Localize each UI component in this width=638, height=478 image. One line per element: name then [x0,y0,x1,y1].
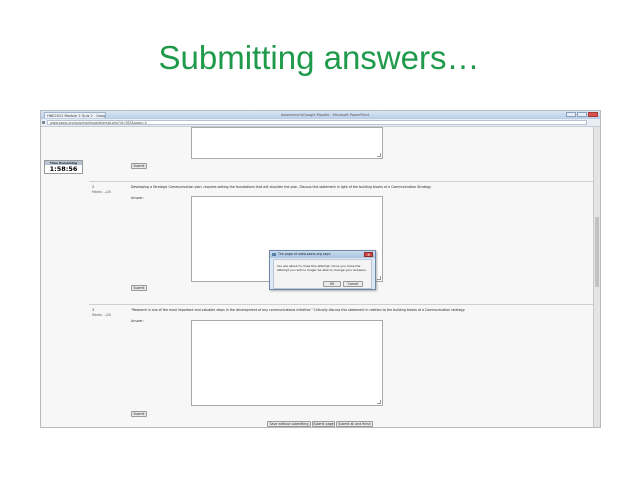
submit-all-and-finish-button[interactable]: Submit all and finish [336,421,373,427]
question-marks: Marks: --/20 [92,313,112,317]
window-close-button[interactable] [588,112,598,117]
dialog-message: You are about to close this attempt. Onc… [277,264,367,272]
vertical-scrollbar[interactable] [593,127,600,427]
submit-button[interactable]: Submit [131,411,147,417]
minimize-button[interactable] [566,112,576,117]
slide-title: Submitting answers… [158,39,480,76]
ok-button[interactable]: OK [323,281,341,287]
confirm-dialog: The page at www.saass.org says: x You ar… [269,250,376,290]
url-field[interactable]: www.saass.org/quiz/mod/quiz/attempt.php?… [47,120,587,125]
page-icon [272,253,276,256]
browser-tab[interactable]: HNE2012 Module 2 Quiz 2 - Google Chrome [44,112,106,118]
question-text: "Research is one of the most important a… [131,308,466,312]
submit-button[interactable]: Submit [131,163,147,169]
question-block: 3 Marks: --/20 "Research is one of the m… [89,304,593,427]
question-text: Developing a Strategic Communication pla… [131,185,432,189]
resize-handle[interactable] [377,276,381,280]
answer-textarea[interactable] [191,127,383,159]
quiz-content: Time Remaining 1:58:56 Submit 2 Marks: -… [41,127,594,427]
address-bar: www.saass.org/quiz/mod/quiz/attempt.php?… [41,119,600,127]
question-number: 2 [92,185,95,189]
dialog-titlebar: The page at www.saass.org says: x [270,251,375,258]
browser-screenshot: HNE2012 Module 2 Quiz 2 - Google Chrome … [40,110,601,428]
time-remaining-box: Time Remaining 1:58:56 [44,160,83,174]
cancel-button[interactable]: Cancel [343,281,363,287]
resize-handle[interactable] [377,153,381,157]
dialog-title: The page at www.saass.org says: [278,252,332,256]
answer-label: Answer: [131,196,144,200]
page-icon [42,121,45,124]
maximize-button[interactable] [577,112,587,117]
save-without-submitting-button[interactable]: Save without submitting [267,421,311,427]
dialog-body: You are about to close this attempt. Onc… [273,259,372,289]
answer-textarea[interactable] [191,320,383,406]
scrollbar-thumb[interactable] [595,217,599,287]
submit-button[interactable]: Submit [131,285,147,291]
window-caption: Assessment/Google Moodle - Microsoft Pow… [281,113,370,117]
submit-page-button[interactable]: Submit page [312,421,335,427]
question-marks: Marks: --/20 [92,190,112,194]
dialog-close-icon[interactable]: x [364,252,373,257]
timer-value: 1:58:56 [49,165,78,173]
resize-handle[interactable] [377,400,381,404]
answer-label: Answer: [131,319,144,323]
question-number: 3 [92,308,95,312]
